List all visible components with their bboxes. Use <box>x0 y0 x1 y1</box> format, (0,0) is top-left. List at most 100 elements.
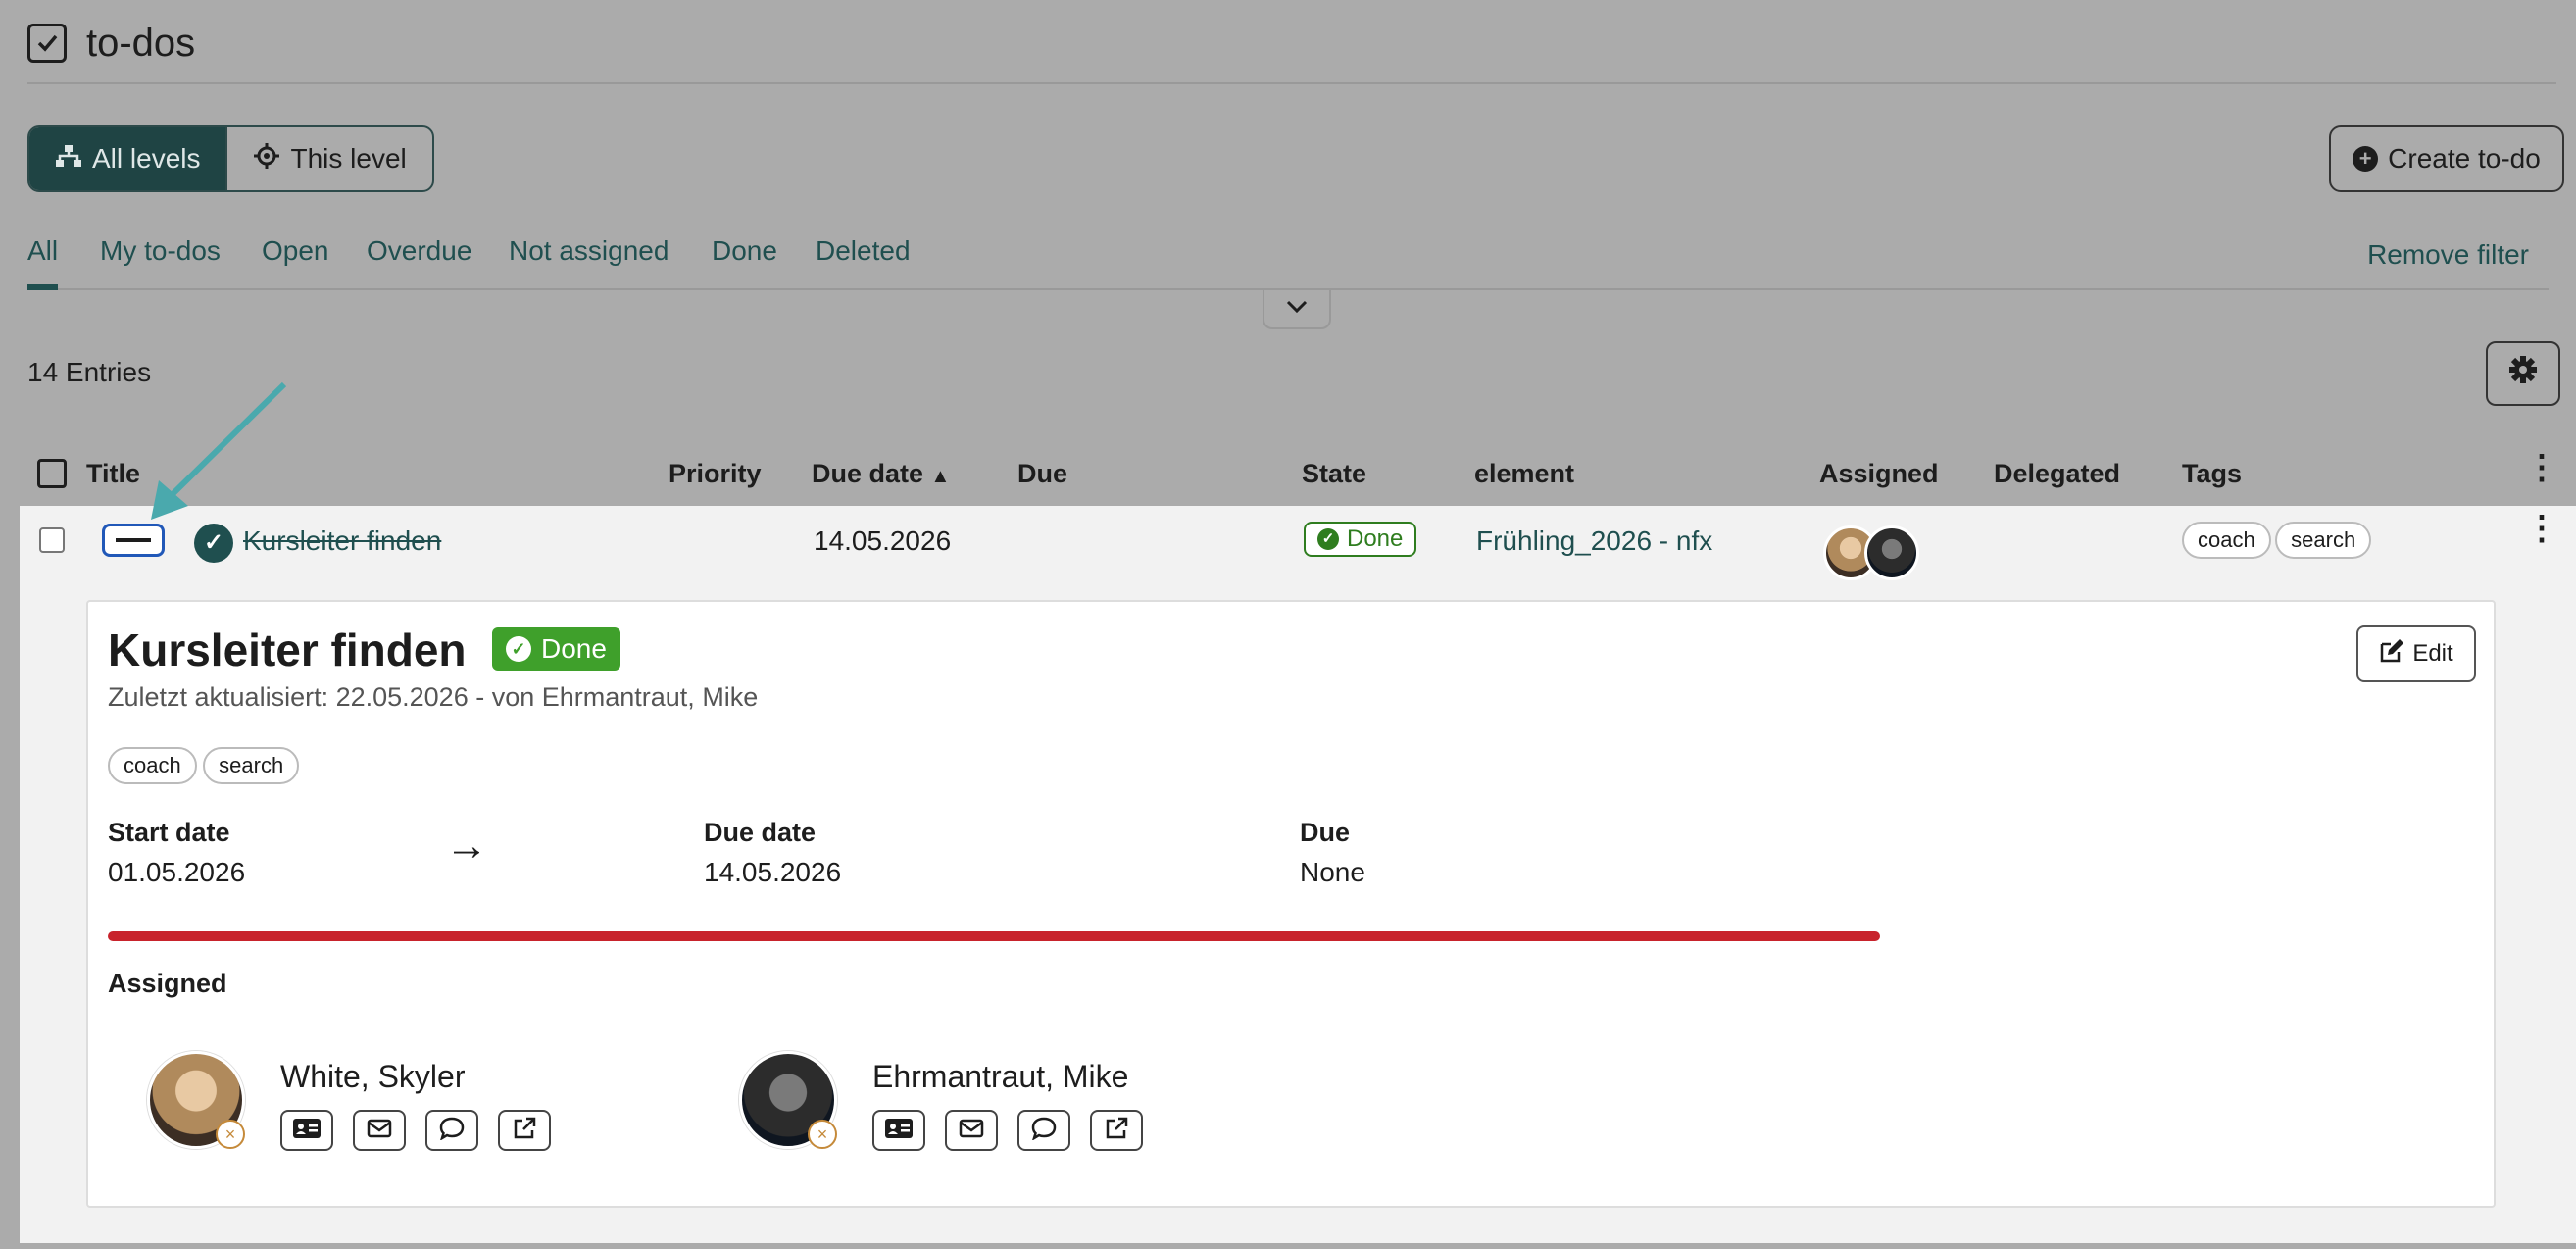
start-date-label: Start date <box>108 818 230 847</box>
detail-state-badge: ✓ Done <box>492 627 620 671</box>
due-label: Due <box>1300 818 1351 847</box>
assignee-name: White, Skyler <box>280 1059 466 1094</box>
table-settings-button[interactable] <box>2486 341 2560 406</box>
tag: coach <box>2182 522 2271 559</box>
check-circle-icon: ✓ <box>1317 528 1339 550</box>
assignee: × White, Skyler <box>147 1051 637 1159</box>
plus-circle-icon: + <box>2353 146 2379 172</box>
filter-tabs: All My to-dos Open Overdue Not assigned … <box>27 231 2549 290</box>
start-date-value: 01.05.2026 <box>108 857 246 887</box>
row-detail-wrapper: Kursleiter finden ✓ Done Zuletzt aktuali… <box>20 592 2576 1243</box>
chat-button[interactable] <box>425 1110 478 1151</box>
tab-my-todos[interactable]: My to-dos <box>100 235 221 267</box>
tag: search <box>203 747 300 784</box>
contact-card-button[interactable] <box>872 1110 925 1151</box>
assignee: × Ehrmantraut, Mike <box>739 1051 1229 1159</box>
checkbox-icon <box>27 24 67 63</box>
col-assigned[interactable]: Assigned <box>1819 459 1939 489</box>
edit-icon <box>2379 638 2404 671</box>
remove-assignee-icon[interactable]: × <box>216 1120 245 1149</box>
row-tags: coach search <box>2182 522 2372 559</box>
id-card-icon <box>292 1118 322 1144</box>
col-due-date[interactable]: Due date ▲ <box>812 459 950 489</box>
assignee-name: Ehrmantraut, Mike <box>872 1059 1129 1094</box>
open-profile-button[interactable] <box>498 1110 551 1151</box>
col-delegated[interactable]: Delegated <box>1994 459 2120 489</box>
create-todo-label: Create to-do <box>2388 143 2541 174</box>
detail-title: Kursleiter finden <box>108 624 467 675</box>
remove-assignee-icon[interactable]: × <box>808 1120 837 1149</box>
collapse-filters-button[interactable] <box>1263 290 1331 329</box>
envelope-icon <box>367 1119 392 1143</box>
row-checkbox[interactable] <box>39 527 65 553</box>
tab-open[interactable]: Open <box>262 235 329 267</box>
level-toggle: All levels This level <box>27 125 434 192</box>
gear-icon <box>2507 354 2539 393</box>
tab-deleted[interactable]: Deleted <box>816 235 911 267</box>
email-button[interactable] <box>945 1110 998 1151</box>
due-value: None <box>1300 857 1365 887</box>
table-header: Title Priority Due date ▲ Due State elem… <box>0 451 2576 502</box>
arrow-right-icon: → <box>445 822 488 870</box>
sort-asc-icon: ▲ <box>930 466 951 487</box>
detail-tags: coach search <box>108 747 301 784</box>
col-priority[interactable]: Priority <box>669 459 762 489</box>
pointer-arrow-icon <box>151 381 287 520</box>
row-due-date: 14.05.2026 <box>814 525 952 556</box>
col-tags[interactable]: Tags <box>2182 459 2242 489</box>
row-element-link[interactable]: Frühling_2026 - nfx <box>1476 525 1712 557</box>
chevron-down-icon <box>1286 300 1308 319</box>
tab-all[interactable]: All <box>27 235 59 290</box>
row-state-label: Done <box>1347 525 1404 552</box>
page-header: to-dos <box>27 18 2556 84</box>
avatar[interactable] <box>1864 525 1919 580</box>
email-button[interactable] <box>353 1110 406 1151</box>
chat-bubble-icon <box>439 1117 465 1145</box>
assignee-actions <box>280 1110 551 1151</box>
edit-button[interactable]: Edit <box>2356 625 2476 682</box>
tag: coach <box>108 747 197 784</box>
entries-count: 14 Entries <box>27 357 152 387</box>
contact-card-button[interactable] <box>280 1110 333 1151</box>
col-state[interactable]: State <box>1302 459 1366 489</box>
row-state-badge: ✓ Done <box>1304 522 1417 557</box>
progress-fill <box>108 931 1880 941</box>
col-due[interactable]: Due <box>1017 459 1067 489</box>
remove-filter-link[interactable]: Remove filter <box>2367 239 2529 271</box>
this-level-button[interactable]: This level <box>225 127 431 190</box>
create-todo-button[interactable]: + Create to-do <box>2329 125 2564 192</box>
detail-state-label: Done <box>541 633 607 664</box>
tab-done[interactable]: Done <box>712 235 777 267</box>
date-progress-bar <box>108 931 1880 941</box>
col-element[interactable]: element <box>1474 459 1574 489</box>
due-date-value: 14.05.2026 <box>704 857 842 887</box>
this-level-label: This level <box>290 143 407 174</box>
id-card-icon <box>884 1118 914 1144</box>
crosshair-icon <box>253 142 280 176</box>
col-due-date-label: Due date <box>812 459 924 488</box>
detail-last-updated: Zuletzt aktualisiert: 22.05.2026 - von E… <box>108 682 759 712</box>
select-all-checkbox[interactable] <box>37 459 67 488</box>
tab-not-assigned[interactable]: Not assigned <box>509 235 669 267</box>
columns-menu-icon[interactable]: ⋮ <box>2525 451 2558 484</box>
minus-icon <box>116 538 151 542</box>
due-date-label: Due date <box>704 818 817 847</box>
all-levels-label: All levels <box>92 143 201 174</box>
page-title: to-dos <box>86 21 196 65</box>
chat-button[interactable] <box>1017 1110 1070 1151</box>
check-circle-icon: ✓ <box>506 636 531 662</box>
tab-overdue[interactable]: Overdue <box>367 235 471 267</box>
todo-detail-card: Kursleiter finden ✓ Done Zuletzt aktuali… <box>86 600 2496 1208</box>
open-profile-button[interactable] <box>1090 1110 1143 1151</box>
edit-label: Edit <box>2412 640 2453 667</box>
chat-bubble-icon <box>1031 1117 1057 1145</box>
assignee-actions <box>872 1110 1143 1151</box>
row-menu-icon[interactable]: ⋮ <box>2525 512 2558 545</box>
all-levels-button[interactable]: All levels <box>29 127 226 190</box>
todos-page: to-dos All levels This level + Create to… <box>0 0 2576 1249</box>
col-title[interactable]: Title <box>86 459 140 489</box>
external-link-icon <box>1105 1117 1128 1145</box>
sitemap-icon <box>55 144 82 175</box>
table-row: ✓ Kursleiter finden 14.05.2026 ✓ Done Fr… <box>20 506 2576 592</box>
external-link-icon <box>513 1117 536 1145</box>
